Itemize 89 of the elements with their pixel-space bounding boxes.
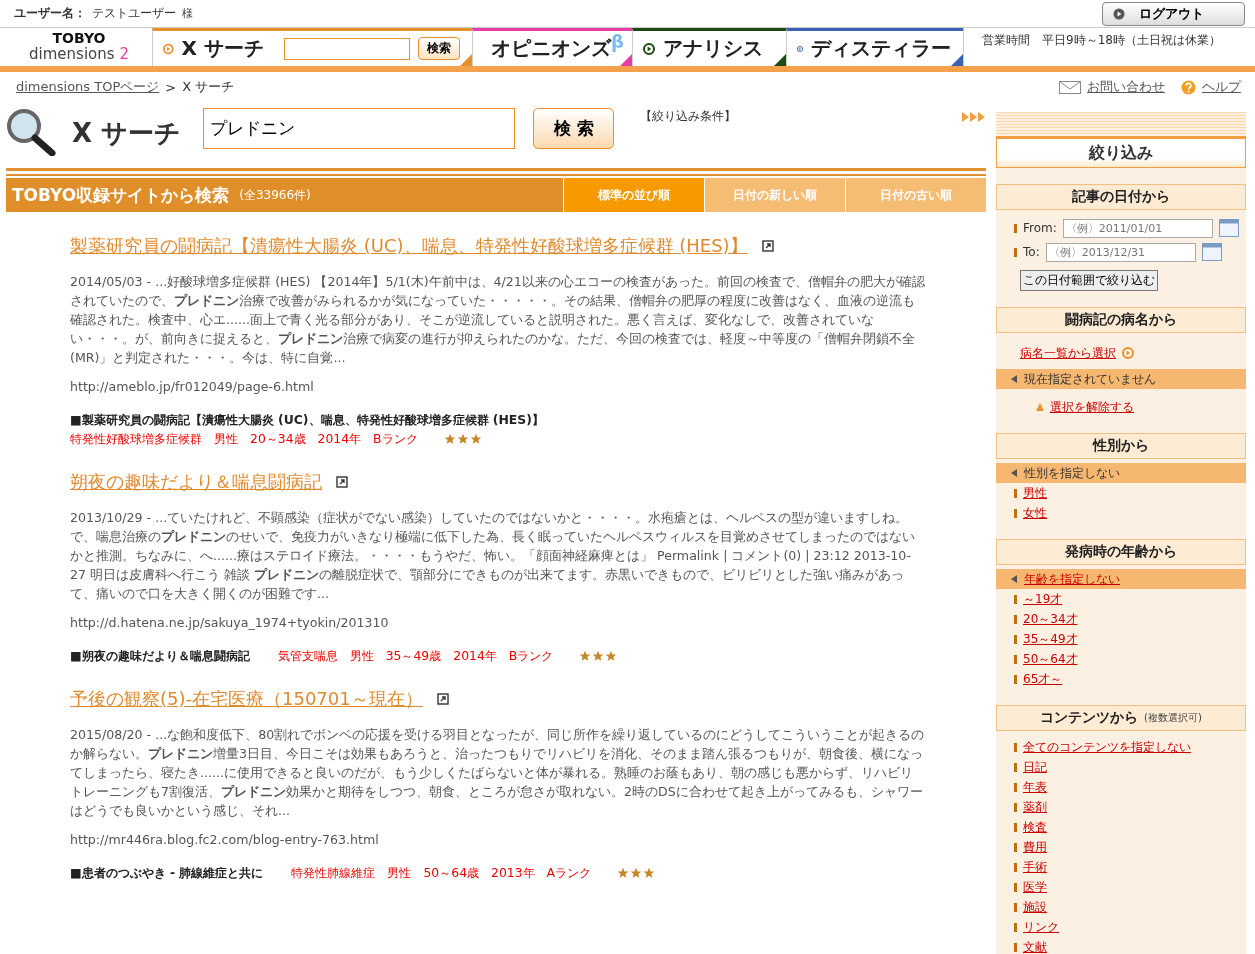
to-label: To: [1023, 245, 1040, 259]
result-title-link[interactable]: 朔夜の趣味だより＆喘息闘病記 [70, 470, 322, 494]
mail-icon [1059, 80, 1081, 94]
filter-conditions-label: 【絞り込み条件】 [640, 108, 737, 125]
result-title-link[interactable]: 製薬研究員の闘病記【潰瘍性大腸炎 (UC)、喘息、特発性好酸球増多症候群 (HES)】 [70, 234, 748, 258]
results-title: TOBYO収録サイトから検索 [12, 183, 230, 207]
magnifier-icon [6, 108, 56, 156]
user-name-label: ユーザー名： [14, 5, 86, 22]
result-snippet: 2014/05/03 - ...好酸球増多症候群 (HES) 【2014年】5/1(木)午前中は、4/21以来の心エコーの検査があった。前回の検査で、僧帽弁の肥大が確認されていたので、プレドニン治療で改善がみられるかが気になっていた・・・・・。その結果、僧帽弁の肥厚の程度に改善はなく、血液の逆流も確認された。検査中、心エ......面上で青く光る部分があり、そこが逆流していると説明された。悪く言えば、変化なしで、改善されていない・・・。が、前向きに捉えると、プレドニン治療で病変の進行が抑えられたのかな。ただ、今回の検査では、軽度～中等度の「僧帽弁閉鎖不全(MR)」と判定された・・・。今は、特に自覚... [70, 273, 926, 367]
keyword-field[interactable]: プレドニン [203, 108, 516, 149]
date-filter-button[interactable]: この日付範囲で絞り込む [1020, 270, 1158, 291]
breadcrumb-current: X サーチ [182, 78, 235, 96]
business-hours: 営業時間 平日9時～18時（土日祝は休業） [963, 28, 1255, 66]
from-date-field[interactable]: 〈例〉2011/01/01 [1062, 218, 1213, 238]
filter-option-link[interactable]: 年齢を指定しない [1024, 570, 1120, 588]
search-field[interactable] [284, 37, 410, 60]
search-button[interactable]: 検索 [418, 37, 460, 60]
filter-option-link[interactable]: 手術 [1023, 858, 1047, 876]
current-selection: 現在指定されていません [1024, 370, 1156, 388]
external-link-icon [761, 240, 774, 252]
play-icon [1113, 7, 1125, 20]
play-icon [643, 42, 655, 55]
filter-option-link[interactable]: 20～34才 [1023, 610, 1078, 628]
filter-option-link[interactable]: 医学 [1023, 878, 1047, 896]
search-button[interactable]: 検 索 [533, 108, 615, 149]
filter-option-link[interactable]: 女性 [1023, 504, 1047, 522]
result-snippet: 2015/08/20 - ...な飽和度低下、80割れでボンベの応援を受ける羽目となったが、同じ所作を繰り返しているのにどうしてこういうことが起きるのか解らない。プレドニン増量3日目、今日こそは効果もあろうと、治ったつもりでリハビリを消化、そのまま踏ん張るつもりが、朝食後、横になってしまったら、寝たき......に使用できると良いのだが、もう少しくたばらないと体が暴れる。熟睡のお蔭もあり、朝の感じも悪からず、リハビリトレーニングも7割復活、プレドニン効果かと期待をしつつ、朝食、ところが怠さが取れない。2時のDSに合わせて起き上がってみるも、シャワーはどうでも良いかという感じ、それ... [70, 726, 926, 820]
result-title-link[interactable]: 予後の観察(5)-在宅医療（150701～現在） [70, 687, 423, 711]
play-icon [163, 42, 174, 55]
chevrons-icon [962, 112, 986, 122]
result-url: http://mr446ra.blog.fc2.com/blog-entry-763.html [70, 832, 379, 847]
result-source: ■製薬研究員の闘病記【潰瘍性大腸炎 (UC)、喘息、特発性好酸球増多症候群 (HES)】 [70, 411, 544, 429]
filter-option-link[interactable]: 年表 [1023, 778, 1047, 796]
section-heading: 闘病記の病名から [996, 307, 1246, 333]
section-heading: コンテンツから (複数選択可) [996, 705, 1246, 731]
play-icon [1122, 347, 1134, 359]
result-url: http://ameblo.jp/fr012049/page-6.html [70, 379, 314, 394]
results-count: (全33966件) [239, 186, 311, 204]
result-url: http://d.hatena.ne.jp/sakuya_1974+tyokin/201310 [70, 615, 389, 630]
filter-option-link[interactable]: 日記 [1023, 758, 1047, 776]
filter-option-link[interactable]: リンク [1023, 918, 1059, 936]
help-icon [1181, 79, 1196, 95]
filter-option-link[interactable]: 施設 [1023, 898, 1047, 916]
corner-icon [951, 54, 963, 66]
filter-option-link[interactable]: 50～64才 [1023, 650, 1078, 668]
result-source: ■朔夜の趣味だより＆喘息闘病記 [70, 647, 250, 665]
left-triangle-icon [1010, 469, 1018, 477]
nav-tab[interactable]: X サーチ 検索 [152, 28, 472, 66]
filter-option-link[interactable]: 35～49才 [1023, 630, 1078, 648]
filter-option-link[interactable]: 薬剤 [1023, 798, 1047, 816]
external-link-icon [336, 476, 348, 488]
up-triangle-icon [1036, 403, 1044, 411]
header-link[interactable]: ヘルプ [1202, 78, 1241, 96]
header-link[interactable]: お問い合わせ [1087, 78, 1165, 96]
breadcrumb-separator: > [165, 79, 177, 95]
result-tags: 気管支喘息 男性 35～49歳 2014年 Bランク [277, 646, 554, 665]
filter-option-link[interactable]: ～19才 [1023, 590, 1063, 608]
filter-option-link[interactable]: 検査 [1023, 818, 1047, 836]
breadcrumb-link[interactable]: dimensions TOPページ [16, 78, 160, 96]
nav-tab[interactable]: ディスティラー [786, 28, 963, 66]
left-triangle-icon [1010, 375, 1018, 383]
result-snippet: 2013/10/29 - ...ていたけれど、不顕感染（症状がでない感染）していたのではないかと・・・・。水疱瘡とは、ヘルペスの型が違いますしね。で、喘息治療のプレドニンのせいで、免疫力がいきなり極端に低下した為、長く眠っていたヘルペスウィルスを目覚めさせてしまったのではないかと推測。ちなみに、へ......療はステロイド療法。・・・・もうやだ、怖い。「顔面神経麻痺とは」 Permalink | コメント(0) | 23:12 2013-10-27 明日は皮膚科へ行こう 雑談 プレドニンの離脱症状で、顎部分にできものが出来てます。赤黒いできもので、ビリビリとした強い痛みがあって、痛いので口を大きく開くのが困難です... [70, 509, 916, 603]
result-tags: 特発性好酸球増多症候群 男性 20～34歳 2014年 Bランク [70, 429, 418, 448]
result-source: ■患者のつぶやき - 肺線維症と共に [70, 864, 264, 882]
filter-option-link[interactable]: 費用 [1023, 838, 1047, 856]
current-selection: 性別を指定しない [1024, 464, 1120, 482]
from-label: From: [1023, 221, 1057, 235]
section-heading: 記事の日付から [996, 184, 1246, 210]
result-tags: 特発性肺線維症 男性 50～64歳 2013年 Aランク [291, 863, 592, 882]
clear-selection-link[interactable]: 選択を解除する [1050, 398, 1134, 416]
honorific: 様 [182, 6, 193, 21]
logout-button[interactable]: ログアウト [1102, 1, 1245, 26]
section-heading: 発病時の年齢から [996, 539, 1246, 565]
filter-option-link[interactable]: 65才～ [1023, 670, 1063, 688]
left-triangle-icon [1010, 575, 1018, 583]
calendar-icon[interactable] [1201, 243, 1222, 261]
logo[interactable]: TOBYO dimensions 2 [6, 28, 152, 66]
external-link-icon [436, 693, 449, 705]
sidebar-title: 絞り込み [996, 136, 1246, 168]
user-name: テストユーザー [92, 5, 176, 22]
filter-option-link[interactable]: 文献 [1023, 938, 1047, 954]
page-title: X サーチ [72, 117, 182, 150]
section-heading: 性別から [996, 433, 1246, 459]
filter-option-link[interactable]: 男性 [1023, 484, 1047, 502]
calendar-icon[interactable] [1218, 219, 1239, 237]
nav-tab[interactable]: アナリシス [632, 28, 786, 66]
to-date-field[interactable]: 〈例〉2013/12/31 [1045, 242, 1196, 262]
disease-list-link[interactable]: 病名一覧から選択 [1020, 344, 1116, 362]
filter-option-link[interactable]: 全てのコンテンツを指定しない [1023, 738, 1191, 756]
